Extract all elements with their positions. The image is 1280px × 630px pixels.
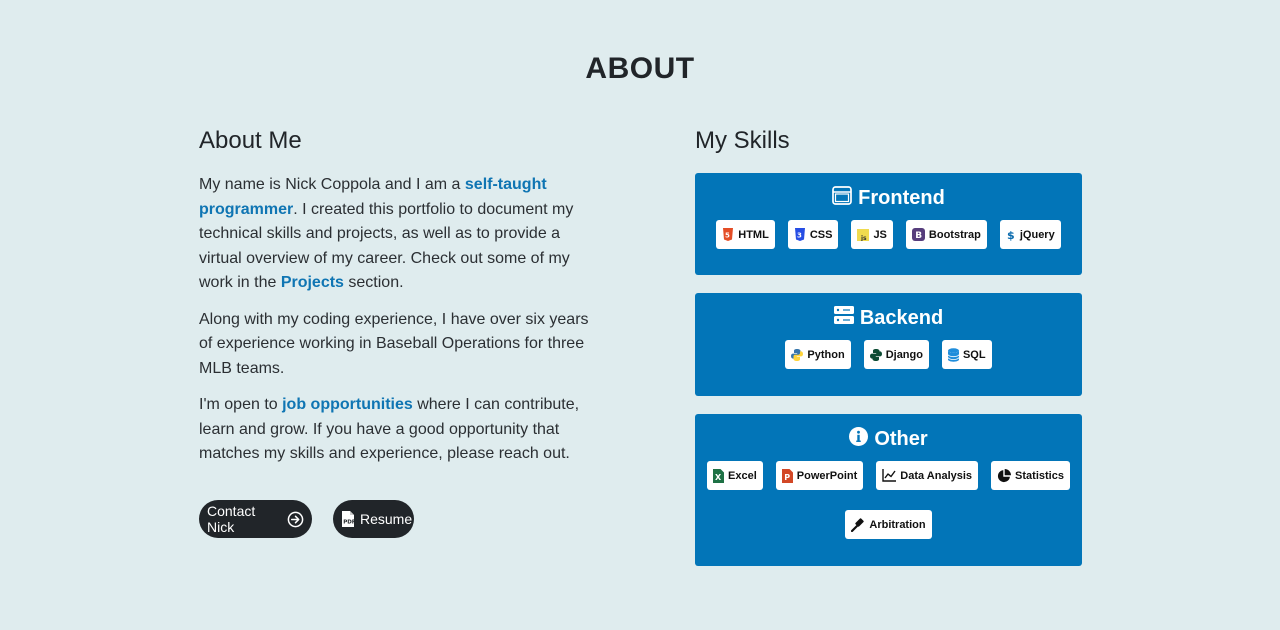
my-skills-heading: My Skills <box>695 127 790 154</box>
javascript-icon: js <box>857 228 870 241</box>
other-chips: X Excel P PowerPoint Data Analysis Stati… <box>705 461 1072 539</box>
frontend-card-title: Frontend <box>705 185 1072 211</box>
frontend-chips: 5 HTML 3 CSS js JS B Bootstrap $ jQuery <box>705 220 1072 249</box>
skill-chip-label: Python <box>807 348 845 361</box>
skill-chip-sql[interactable]: SQL <box>941 340 992 369</box>
skill-chip-label: SQL <box>962 348 986 361</box>
svg-text:3: 3 <box>797 232 802 240</box>
browser-window-icon <box>832 185 853 211</box>
other-card: Other X Excel P PowerPoint Data Analysis… <box>695 414 1082 566</box>
skill-chip-label: PowerPoint <box>796 469 858 482</box>
skill-chip-bootstrap[interactable]: B Bootstrap <box>905 220 987 249</box>
skill-chip-css[interactable]: 3 CSS <box>787 220 839 249</box>
excel-icon: X <box>713 468 725 483</box>
pdf-file-icon: PDF <box>341 510 355 528</box>
skill-chip-excel[interactable]: X Excel <box>707 461 763 490</box>
resume-button[interactable]: PDF Resume <box>333 500 414 538</box>
my-skills-section: My Skills Frontend 5 HTML 3 CSS js JS B <box>695 127 1082 566</box>
gavel-icon <box>851 517 865 532</box>
skill-chip-label: Statistics <box>1015 469 1064 482</box>
skill-chip-powerpoint[interactable]: P PowerPoint <box>775 461 864 490</box>
about-me-section: About Me My name is Nick Coppola and I a… <box>199 127 591 479</box>
skill-chip-label: jQuery <box>1019 228 1055 241</box>
svg-text:B: B <box>915 231 922 241</box>
django-icon <box>869 348 882 361</box>
info-circle-icon <box>849 426 869 452</box>
skill-chip-label: CSS <box>809 228 833 241</box>
skill-chip-label: Django <box>885 348 923 361</box>
jquery-icon: $ <box>1006 228 1016 241</box>
skill-chip-label: Excel <box>728 469 757 482</box>
skill-chip-statistics[interactable]: Statistics <box>991 461 1070 490</box>
skill-chip-django[interactable]: Django <box>863 340 929 369</box>
frontend-title-text: Frontend <box>858 186 945 209</box>
line-chart-icon <box>882 469 897 482</box>
projects-link[interactable]: Projects <box>281 274 344 291</box>
skill-chip-label: Bootstrap <box>928 228 981 241</box>
skill-chip-data-analysis[interactable]: Data Analysis <box>876 461 979 490</box>
frontend-card: Frontend 5 HTML 3 CSS js JS B Bootstrap … <box>695 173 1082 275</box>
backend-title-text: Backend <box>859 306 944 329</box>
about-paragraph-1: My name is Nick Coppola and I am a self-… <box>199 173 591 296</box>
css3-icon: 3 <box>794 228 806 241</box>
resume-label: Resume <box>360 511 413 527</box>
skill-chip-python[interactable]: Python <box>785 340 851 369</box>
contact-nick-label: Contact Nick <box>207 503 256 535</box>
svg-text:X: X <box>715 473 722 482</box>
action-buttons: Contact Nick PDF Resume <box>199 500 414 538</box>
arrow-right-circle-icon <box>287 511 304 528</box>
skill-chip-label: HTML <box>738 228 769 241</box>
skill-chip-label: JS <box>873 228 887 241</box>
skill-chip-html[interactable]: 5 HTML <box>716 220 775 249</box>
page-title: ABOUT <box>585 52 695 85</box>
about-p1-text-end: section. <box>343 274 404 291</box>
about-p1-text: My name is Nick Coppola and I am a <box>199 176 465 193</box>
python-icon <box>791 348 804 361</box>
about-paragraph-3: I'm open to job opportunities where I ca… <box>199 393 591 467</box>
backend-chips: Python Django SQL <box>705 340 1072 369</box>
skill-chip-arbitration[interactable]: Arbitration <box>845 510 932 539</box>
skill-chip-label: Data Analysis <box>900 469 973 482</box>
svg-text:PDF: PDF <box>343 520 355 526</box>
job-opportunities-link[interactable]: job opportunities <box>282 396 413 413</box>
about-paragraph-2: Along with my coding experience, I have … <box>199 310 589 377</box>
powerpoint-icon: P <box>781 468 793 483</box>
skill-chip-label: Arbitration <box>869 518 926 531</box>
contact-nick-button[interactable]: Contact Nick <box>199 500 312 538</box>
other-card-title: Other <box>705 426 1072 452</box>
pie-chart-icon <box>997 468 1012 483</box>
svg-text:5: 5 <box>725 232 730 240</box>
about-me-heading: About Me <box>199 127 302 154</box>
about-p3-text: I'm open to <box>199 396 283 413</box>
database-icon <box>947 347 959 362</box>
backend-card: Backend Python Django SQL <box>695 293 1082 396</box>
backend-card-title: Backend <box>705 305 1072 331</box>
html5-icon: 5 <box>722 228 734 241</box>
skill-chip-jquery[interactable]: $ jQuery <box>999 220 1061 249</box>
bootstrap-icon: B <box>911 228 925 241</box>
other-title-text: Other <box>874 427 928 450</box>
svg-text:P: P <box>784 473 790 482</box>
svg-text:js: js <box>860 235 867 241</box>
server-icon <box>833 306 854 330</box>
skill-chip-js[interactable]: js JS <box>851 220 893 249</box>
svg-text:$: $ <box>1007 229 1015 241</box>
